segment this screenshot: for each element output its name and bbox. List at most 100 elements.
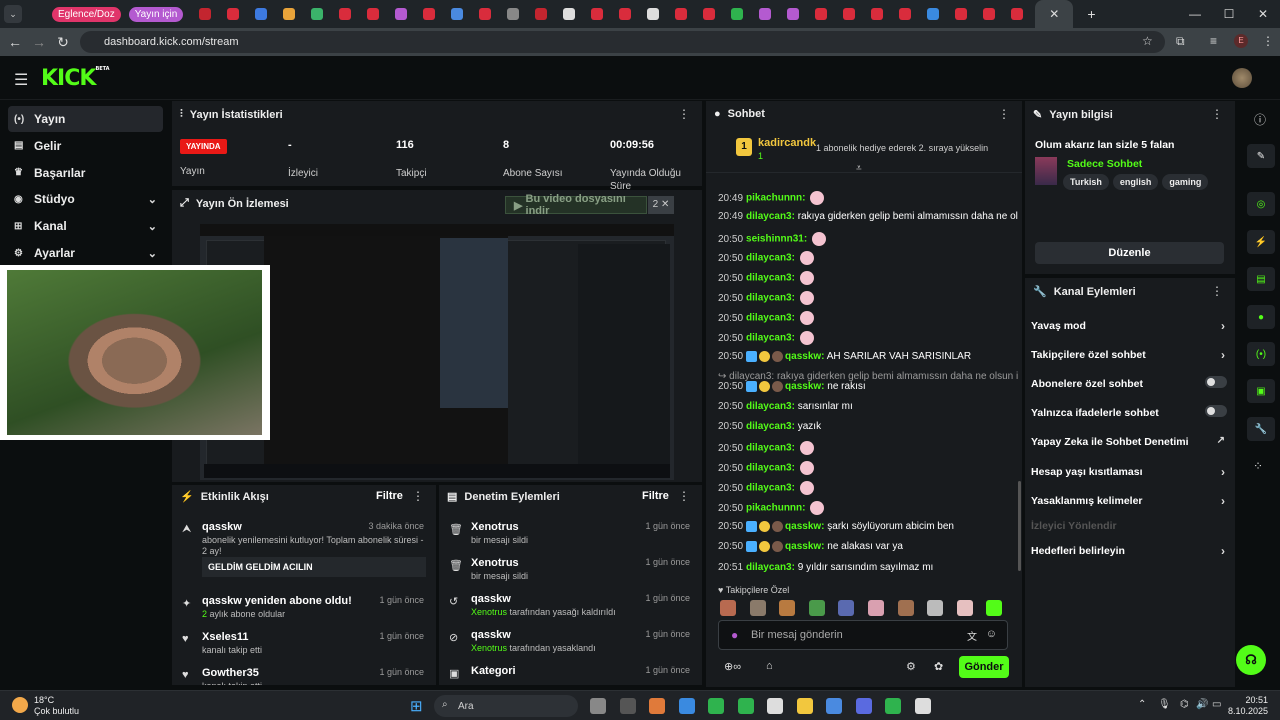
- taskbar-app-icon[interactable]: [619, 698, 636, 714]
- chat-message[interactable]: 20:50 dilaycan3:: [718, 271, 1018, 285]
- browser-tab-favicon-icon[interactable]: [339, 8, 352, 20]
- chat-username[interactable]: dilaycan3:: [746, 562, 795, 573]
- weather-widget[interactable]: 18°C Çok bulutlu: [34, 695, 79, 717]
- extensions-icon[interactable]: ⧉: [1176, 34, 1185, 49]
- browser-tab-favicon-icon[interactable]: [507, 8, 520, 20]
- browser-tab-favicon-icon[interactable]: [787, 8, 800, 20]
- browser-tab-favicon-icon[interactable]: [731, 8, 744, 20]
- chat-input[interactable]: ● Bir mesaj gönderin 文 ☺: [718, 620, 1008, 650]
- chat-message[interactable]: 20:49 dilaycan3: rakıya giderken gelip be…: [718, 211, 1018, 223]
- chat-username[interactable]: dilaycan3:: [746, 401, 795, 412]
- channel-action-item[interactable]: Hesap yaşı kısıtlaması ›: [1031, 465, 1227, 479]
- taskbar-app-icon[interactable]: [826, 698, 842, 714]
- emote-picker-icon[interactable]: [927, 600, 944, 616]
- browser-tab-favicon-icon[interactable]: [759, 8, 772, 20]
- chat-message[interactable]: 20:50 pikachunnn:: [718, 501, 1018, 515]
- browser-tab-favicon-icon[interactable]: [199, 8, 212, 20]
- chat-username[interactable]: dilaycan3:: [746, 211, 795, 222]
- chat-scrollbar[interactable]: [1018, 481, 1021, 571]
- chat-username[interactable]: qasskw:: [785, 541, 824, 552]
- chat-message[interactable]: 20:50 dilaycan3: yazık: [718, 421, 1018, 433]
- chat-username[interactable]: pikachunnn:: [746, 503, 805, 514]
- browser-tab-favicon-icon[interactable]: [983, 8, 996, 20]
- chat-message[interactable]: 20:50 dilaycan3:: [718, 251, 1018, 265]
- translate-icon[interactable]: 文: [967, 628, 977, 643]
- taskbar-clock[interactable]: 20:51 8.10.2025: [1228, 695, 1268, 717]
- chat-username[interactable]: dilaycan3:: [746, 313, 795, 324]
- browser-tab-favicon-icon[interactable]: [311, 8, 324, 20]
- channel-action-item[interactable]: Hedefleri belirleyin ›: [1031, 544, 1227, 558]
- category-name[interactable]: Sadece Sohbet: [1067, 158, 1142, 170]
- chat-message[interactable]: 20:50 qasskw: ne alakası var ya: [718, 541, 1018, 553]
- new-tab-button[interactable]: +: [1087, 6, 1095, 22]
- tab-group-eglence[interactable]: Eglence/Doz: [52, 6, 121, 22]
- minimize-icon[interactable]: —: [1178, 7, 1212, 21]
- browser-tab-favicon-icon[interactable]: [871, 8, 884, 20]
- chat-message[interactable]: 20:50 dilaycan3:: [718, 311, 1018, 325]
- browser-tab-favicon-icon[interactable]: [227, 8, 240, 20]
- download-video-banner[interactable]: ▶ Bu video dosyasını indir: [505, 193, 647, 217]
- toggle-switch[interactable]: [1205, 376, 1227, 388]
- emote-picker-icon[interactable]: [956, 600, 973, 616]
- stream-tag[interactable]: english: [1112, 174, 1159, 190]
- taskbar-app-icon[interactable]: [914, 698, 931, 714]
- emote-picker-icon[interactable]: [838, 600, 855, 616]
- browser-tab-favicon-icon[interactable]: [955, 8, 968, 20]
- reload-icon[interactable]: ↻: [51, 34, 75, 51]
- toggle-switch[interactable]: [1205, 405, 1227, 417]
- hamburger-menu-icon[interactable]: ☰: [14, 70, 28, 90]
- bookmark-icon[interactable]: ☆: [1142, 34, 1153, 48]
- network-icon[interactable]: ⌬: [1180, 699, 1189, 710]
- media-icon[interactable]: ≡: [1210, 34, 1217, 48]
- maximize-icon[interactable]: ☐: [1212, 7, 1246, 21]
- browser-tab-favicon-icon[interactable]: [479, 8, 492, 20]
- taskbar-app-icon[interactable]: [590, 698, 606, 714]
- chat-menu-icon[interactable]: ⋮: [998, 107, 1010, 121]
- tab-search-icon[interactable]: ⌄: [4, 5, 22, 23]
- chat-message[interactable]: 20:50 qasskw: AH SARILAR VAH SARISINLAR: [718, 351, 1018, 363]
- mic-tray-icon[interactable]: 🎙: [1158, 699, 1171, 710]
- battery-icon[interactable]: ▭: [1212, 699, 1221, 710]
- taskbar-app-icon[interactable]: [855, 698, 872, 714]
- rail-more-icon[interactable]: ⁘: [1253, 459, 1263, 473]
- windows-start-icon[interactable]: ⊞: [410, 697, 423, 715]
- chat-username[interactable]: seishinnn31:: [746, 234, 807, 245]
- user-avatar[interactable]: [1232, 68, 1252, 88]
- channel-action-item[interactable]: Yasaklanmış kelimeler ›: [1031, 494, 1227, 508]
- browser-tab-favicon-icon[interactable]: [927, 8, 940, 20]
- emote-picker-icon[interactable]: [986, 600, 1003, 616]
- rail-doc-icon[interactable]: ▤: [1247, 267, 1275, 291]
- taskbar-search[interactable]: ⌕ Ara: [434, 695, 578, 717]
- channel-action-item[interactable]: Abonelere özel sohbet: [1031, 376, 1227, 390]
- stream-tag[interactable]: gaming: [1162, 174, 1209, 190]
- taskbar-app-icon[interactable]: [737, 698, 754, 714]
- browser-menu-icon[interactable]: ⋮: [1262, 34, 1274, 48]
- sidebar-item-1[interactable]: ▤ Gelir: [8, 133, 163, 159]
- store-icon[interactable]: ⌂: [766, 660, 773, 672]
- url-field[interactable]: dashboard.kick.com/stream: [80, 31, 1165, 53]
- chat-username[interactable]: dilaycan3:: [746, 421, 795, 432]
- browser-tab-favicon-icon[interactable]: [899, 8, 912, 20]
- chat-message[interactable]: 20:50 dilaycan3: sarısınlar mı: [718, 401, 1018, 413]
- taskbar-app-icon[interactable]: [796, 698, 813, 714]
- browser-tab-favicon-icon[interactable]: [563, 8, 576, 20]
- moderation-menu-icon[interactable]: ⋮: [678, 489, 690, 503]
- taskbar-app-icon[interactable]: [885, 698, 901, 714]
- settings-icon[interactable]: ⚙: [906, 660, 916, 673]
- chat-username[interactable]: dilaycan3:: [746, 333, 795, 344]
- sidebar-item-4[interactable]: ⊞ Kanal ⌄: [8, 213, 163, 239]
- browser-tab-favicon-icon[interactable]: [423, 8, 436, 20]
- browser-tab-favicon-icon[interactable]: [451, 8, 464, 20]
- channel-action-item[interactable]: Yavaş mod ›: [1031, 319, 1227, 333]
- browser-tab-favicon-icon[interactable]: [703, 8, 716, 20]
- mic-icon[interactable]: ●: [731, 628, 738, 642]
- collapse-icon[interactable]: ⩡: [856, 163, 862, 174]
- sidebar-item-3[interactable]: ◉ Stüdyo ⌄: [8, 186, 163, 212]
- chat-username[interactable]: dilaycan3:: [746, 463, 795, 474]
- activity-filter-button[interactable]: Filtre: [376, 490, 403, 502]
- edit-button[interactable]: Düzenle: [1035, 242, 1224, 264]
- sidebar-item-5[interactable]: ⚙ Ayarlar ⌄: [8, 240, 163, 266]
- rail-wrench-icon[interactable]: 🔧: [1247, 417, 1275, 441]
- help-button[interactable]: ☊: [1236, 645, 1266, 675]
- emote-picker-icon[interactable]: [779, 600, 796, 616]
